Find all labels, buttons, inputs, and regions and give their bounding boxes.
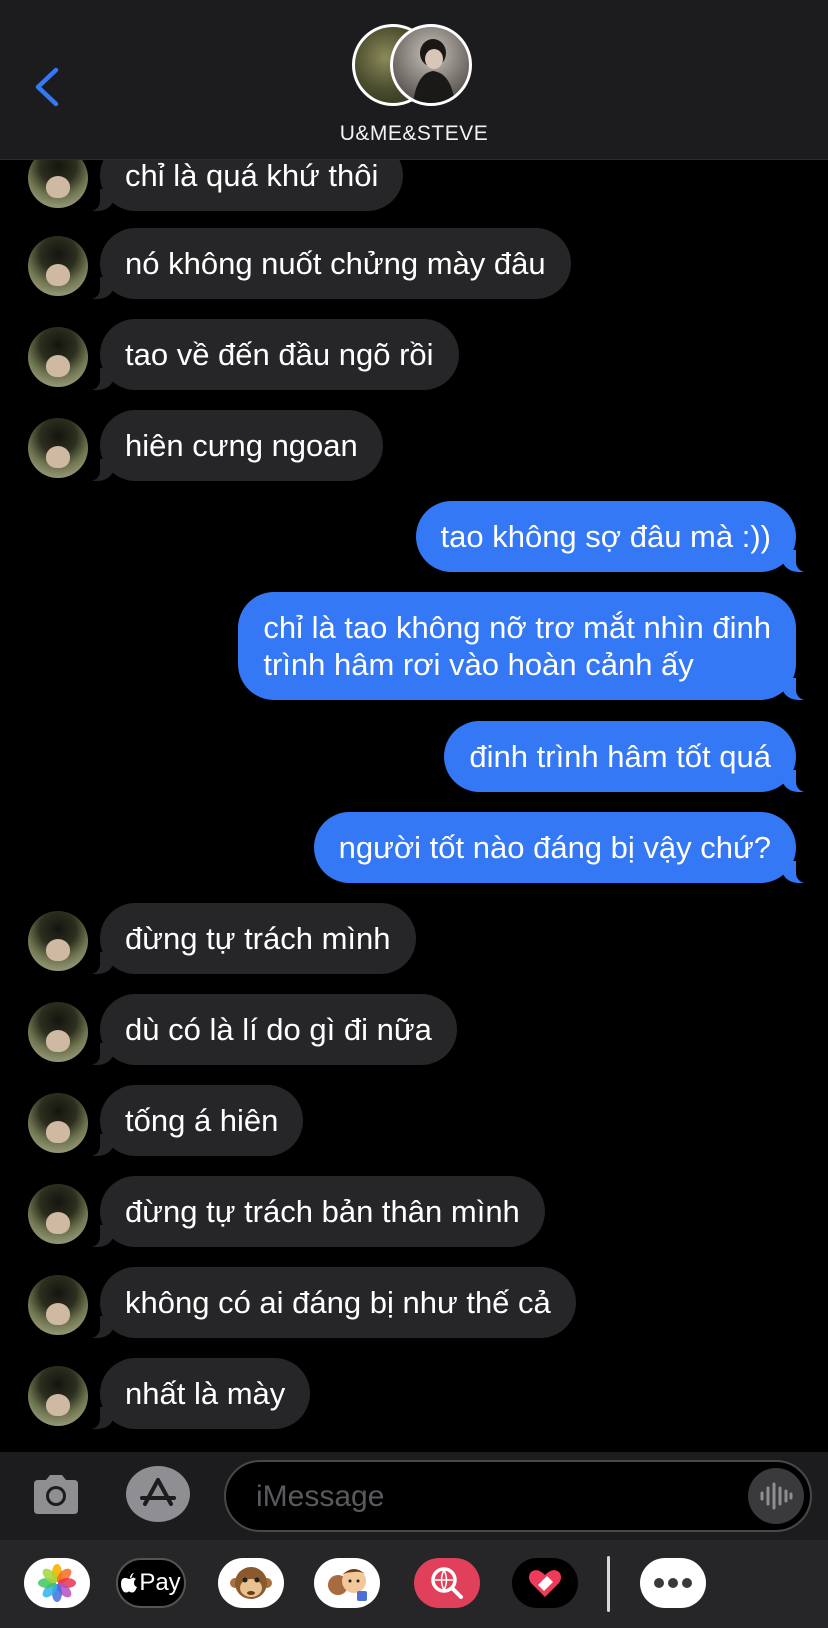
message-line: chỉ là tao không nỡ trơ mắt nhìn đinh: [263, 610, 771, 645]
web-search-icon: [431, 1567, 463, 1599]
camera-icon: [34, 1475, 78, 1514]
outgoing-message[interactable]: chỉ là tao không nỡ trơ mắt nhìn đinh tr…: [238, 592, 810, 700]
outgoing-message[interactable]: đinh trình hâm tốt quá: [444, 721, 810, 792]
incoming-message[interactable]: hiên cưng ngoan: [86, 410, 383, 481]
group-name[interactable]: U&ME&STEVE: [0, 122, 828, 146]
monkey-memoji-icon: [230, 1567, 272, 1599]
chevron-left-icon: [35, 67, 59, 107]
incoming-message[interactable]: không có ai đáng bị như thế cả: [86, 1267, 576, 1338]
app-store-button[interactable]: [126, 1466, 190, 1522]
camera-button[interactable]: [30, 1472, 82, 1516]
contact-avatar[interactable]: [28, 236, 88, 296]
message-input-field[interactable]: [224, 1460, 812, 1532]
compose-bar: [0, 1452, 828, 1540]
app-drawer: Pay: [0, 1540, 828, 1628]
person-photo-icon: [413, 39, 455, 103]
group-member-avatar: [390, 24, 472, 106]
incoming-message[interactable]: nhất là mày: [85, 1358, 311, 1429]
incoming-message[interactable]: đừng tự trách mình: [86, 903, 416, 974]
digital-touch-button[interactable]: [512, 1558, 578, 1608]
photos-icon: [38, 1564, 76, 1602]
message-thread[interactable]: chỉ là quá khứ thôi nó không nuốt chửng …: [0, 0, 828, 1452]
contact-avatar[interactable]: [28, 327, 88, 387]
photos-app-button[interactable]: [24, 1558, 90, 1608]
back-button[interactable]: [28, 62, 68, 112]
digital-touch-icon: [529, 1570, 561, 1597]
incoming-message[interactable]: tống á hiên: [85, 1085, 304, 1156]
web-search-button[interactable]: [414, 1558, 480, 1608]
memoji-stickers-icon: [328, 1569, 367, 1601]
contact-avatar[interactable]: [28, 1366, 88, 1426]
group-avatars[interactable]: [352, 22, 482, 108]
app-store-icon: [140, 1478, 176, 1506]
incoming-message[interactable]: tao về đến đầu ngõ rồi: [86, 319, 459, 390]
waveform-icon: [760, 1482, 793, 1510]
contact-avatar[interactable]: [28, 911, 88, 971]
contact-avatar[interactable]: [28, 1093, 88, 1153]
contact-avatar[interactable]: [28, 1275, 88, 1335]
outgoing-message[interactable]: người tốt nào đáng bị vậy chứ?: [313, 812, 811, 883]
apple-pay-button[interactable]: Pay: [116, 1558, 186, 1608]
outgoing-message[interactable]: tao không sợ đâu mà :)): [415, 501, 810, 572]
animoji-button[interactable]: [218, 1558, 284, 1608]
apple-logo-icon: [121, 1573, 138, 1593]
incoming-message[interactable]: dù có là lí do gì đi nữa: [86, 994, 457, 1065]
audio-message-button[interactable]: [748, 1468, 804, 1524]
incoming-message[interactable]: đừng tự trách bản thân mình: [86, 1176, 545, 1247]
message-line: trình hâm rơi vào hoàn cảnh ấy: [263, 647, 694, 682]
contact-avatar[interactable]: [28, 1002, 88, 1062]
conversation-header: U&ME&STEVE: [0, 0, 828, 160]
more-apps-button[interactable]: [640, 1558, 706, 1608]
apple-pay-label: Pay: [139, 1569, 181, 1596]
message-input[interactable]: [256, 1476, 716, 1518]
drawer-divider: [607, 1556, 610, 1612]
contact-avatar[interactable]: [28, 418, 88, 478]
memoji-stickers-button[interactable]: [314, 1558, 380, 1608]
more-icon: [654, 1578, 692, 1588]
contact-avatar[interactable]: [28, 1184, 88, 1244]
incoming-message[interactable]: nó không nuốt chửng mày đâu: [86, 228, 571, 299]
